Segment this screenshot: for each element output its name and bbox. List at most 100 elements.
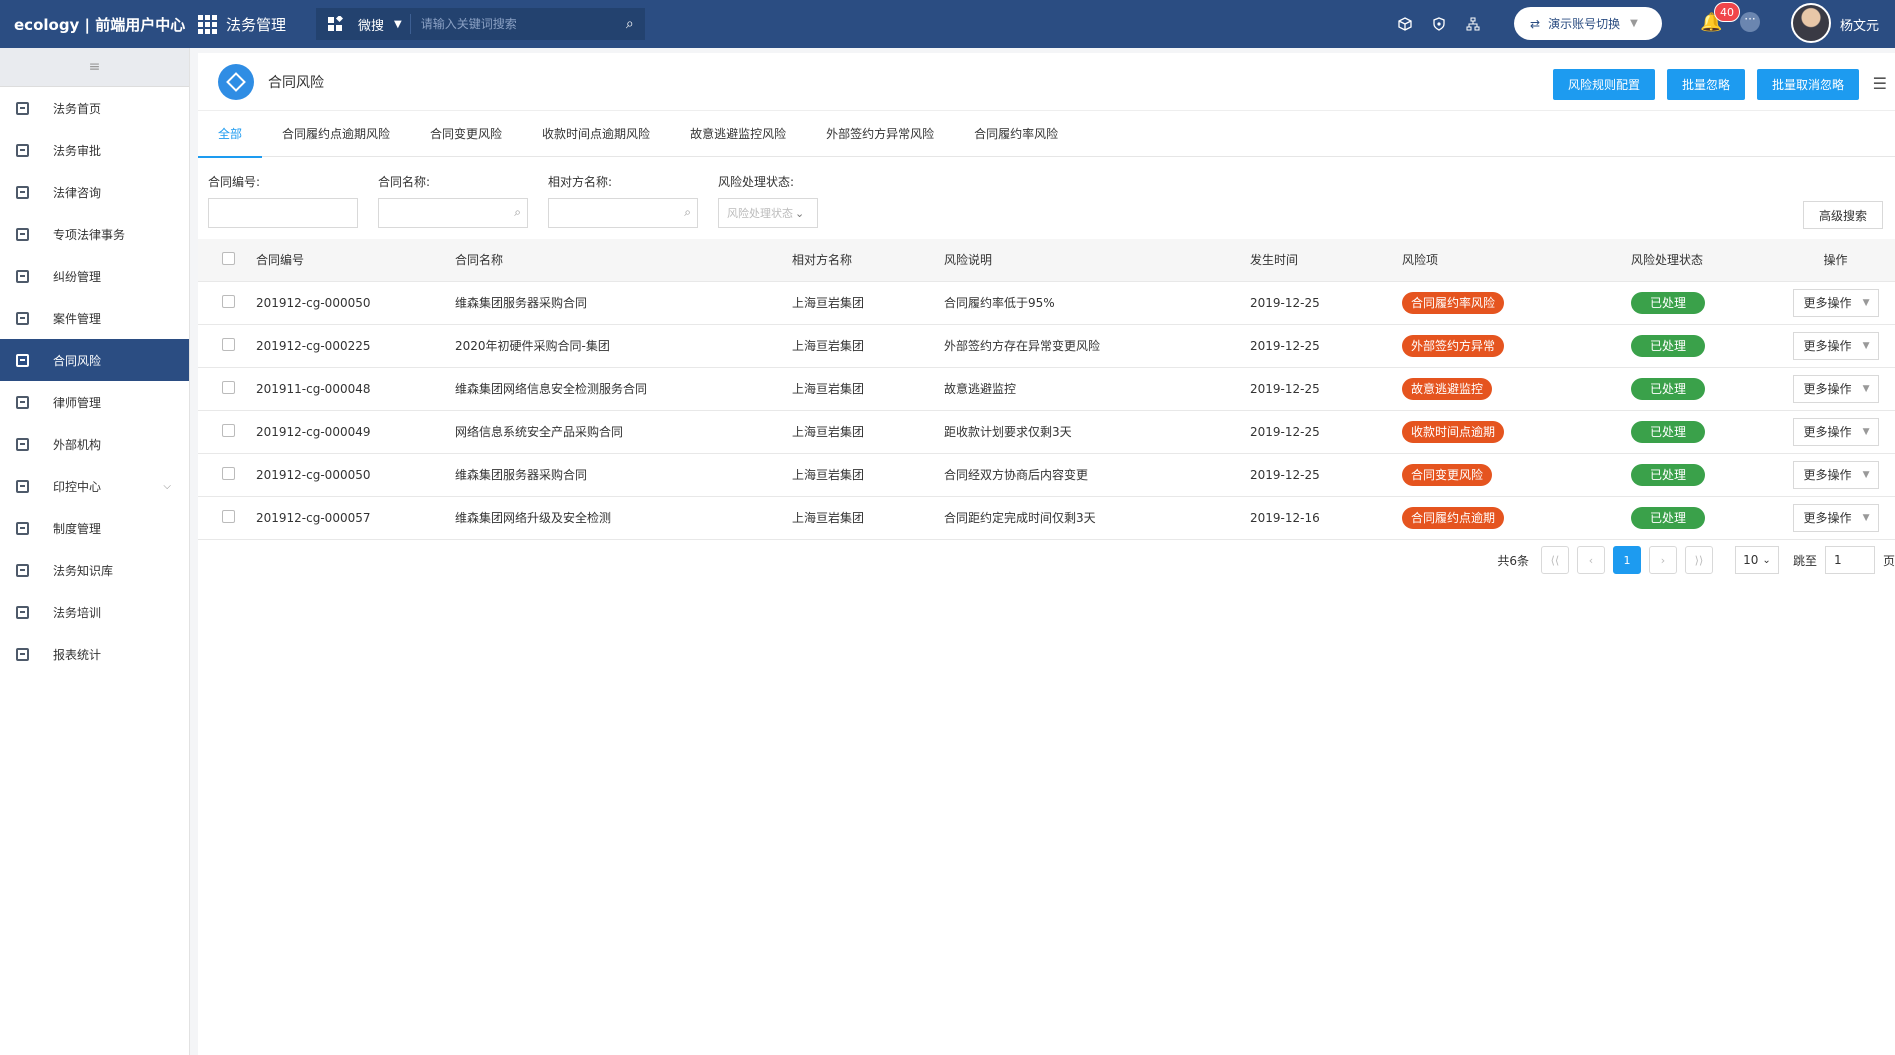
document-icon <box>16 479 29 493</box>
more-actions-dropdown[interactable]: 更多操作 ▼ <box>1792 503 1879 532</box>
col-risk-item[interactable]: 风险项 <box>1402 239 1631 282</box>
shield-icon[interactable] <box>1430 15 1448 33</box>
more-actions-label: 更多操作 <box>1803 425 1852 439</box>
sidebar-item-policies[interactable]: 制度管理 <box>0 507 189 549</box>
sidebar-item-label: 法律咨询 <box>53 185 102 200</box>
tab-performance-overdue[interactable]: 合同履约点逾期风险 <box>262 111 410 157</box>
more-actions-dropdown[interactable]: 更多操作 ▼ <box>1792 288 1879 317</box>
document-icon <box>16 353 29 367</box>
sidebar-item-contract-risk[interactable]: 合同风险 <box>0 339 189 381</box>
avatar[interactable] <box>1791 3 1831 43</box>
status-badge: 已处理 <box>1631 420 1705 443</box>
more-actions-dropdown[interactable]: 更多操作 ▼ <box>1792 460 1879 489</box>
cell-contract-no: 201912-cg-000057 <box>256 496 455 540</box>
col-contract-name[interactable]: 合同名称 <box>455 239 792 282</box>
header-actions: 风险规则配置 批量忽略 批量取消忽略 <box>1552 69 1859 100</box>
tab-change-risk[interactable]: 合同变更风险 <box>410 111 522 157</box>
sidebar-item-disputes[interactable]: 纠纷管理 <box>0 255 189 297</box>
document-icon <box>16 311 29 325</box>
risk-rule-config-button[interactable]: 风险规则配置 <box>1552 69 1655 100</box>
document-icon <box>16 143 29 157</box>
counterparty-input[interactable]: ⌕ <box>548 198 698 228</box>
more-actions-dropdown[interactable]: 更多操作 ▼ <box>1792 331 1879 360</box>
batch-ignore-button[interactable]: 批量忽略 <box>1666 69 1745 100</box>
sidebar-item-training[interactable]: 法务培训 <box>0 591 189 633</box>
sidebar-item-label: 外部机构 <box>53 437 102 452</box>
filter-contract-no: 合同编号: <box>198 173 358 228</box>
brand-logo[interactable]: ecology | 前端用户中心 <box>0 0 198 48</box>
table-row: 201912-cg-000057 维森集团网络升级及安全检测 上海亘岩集团 合同… <box>198 496 1895 540</box>
widget-icon[interactable] <box>316 8 354 40</box>
sidebar-item-special-affairs[interactable]: 专项法律事务 <box>0 213 189 255</box>
sidebar-item-external-orgs[interactable]: 外部机构 <box>0 423 189 465</box>
cell-contract-name[interactable]: 2020年初硬件采购合同-集团 <box>455 324 792 368</box>
sidebar-item-seal-center[interactable]: 印控中心 ⌵ <box>0 465 189 507</box>
cube-icon[interactable] <box>1396 15 1414 33</box>
search-icon[interactable]: ⌕ <box>615 16 645 32</box>
chevron-down-icon: ▼ <box>394 18 402 30</box>
col-counterparty[interactable]: 相对方名称 <box>792 239 944 282</box>
tab-external-party-risk[interactable]: 外部签约方异常风险 <box>806 111 954 157</box>
sidebar-item-knowledge-base[interactable]: 法务知识库 <box>0 549 189 591</box>
cell-contract-name[interactable]: 维森集团网络升级及安全检测 <box>455 496 792 540</box>
advanced-search-button[interactable]: 高级搜索 <box>1803 201 1883 229</box>
row-checkbox[interactable] <box>222 380 235 394</box>
cell-contract-name[interactable]: 维森集团网络信息安全检测服务合同 <box>455 367 792 411</box>
filter-contract-name: 合同名称: ⌕ <box>368 173 528 228</box>
search-icon[interactable]: ⌕ <box>514 205 521 220</box>
batch-unignore-button[interactable]: 批量取消忽略 <box>1756 69 1859 100</box>
status-select[interactable]: 风险处理状态 ⌄ <box>718 198 818 228</box>
page-size-select[interactable]: 10 ⌄ <box>1734 546 1779 574</box>
chat-icon[interactable]: ··· <box>1740 12 1760 32</box>
list-menu-icon[interactable]: ☰ <box>1873 74 1887 93</box>
sidebar-item-label: 法务知识库 <box>53 563 114 578</box>
first-page-icon[interactable]: ⟨⟨ <box>1540 546 1569 574</box>
row-checkbox[interactable] <box>222 509 235 523</box>
tab-performance-rate-risk[interactable]: 合同履约率风险 <box>954 111 1078 157</box>
module-switcher[interactable]: 法务管理 <box>198 0 304 48</box>
tab-evasion-risk[interactable]: 故意逃避监控风险 <box>670 111 806 157</box>
user-name[interactable]: 杨文元 <box>1840 15 1879 34</box>
cell-contract-name[interactable]: 维森集团服务器采购合同 <box>455 453 792 497</box>
sidebar-item-legal-home[interactable]: 法务首页 <box>0 87 189 129</box>
col-status[interactable]: 风险处理状态 <box>1631 239 1776 282</box>
collapse-menu-icon[interactable]: ≡ <box>0 48 189 87</box>
last-page-icon[interactable]: ⟩⟩ <box>1684 546 1713 574</box>
cell-contract-name[interactable]: 网络信息系统安全产品采购合同 <box>455 410 792 454</box>
row-checkbox[interactable] <box>222 423 235 437</box>
row-checkbox[interactable] <box>222 466 235 480</box>
contract-no-input[interactable] <box>208 198 358 228</box>
more-actions-dropdown[interactable]: 更多操作 ▼ <box>1792 374 1879 403</box>
sidebar-item-lawyers[interactable]: 律师管理 <box>0 381 189 423</box>
search-input[interactable] <box>410 8 601 40</box>
row-checkbox[interactable] <box>222 294 235 308</box>
row-checkbox[interactable] <box>222 337 235 351</box>
page-number-button[interactable]: 1 <box>1612 546 1641 574</box>
search-type-select[interactable]: 微搜 ▼ <box>354 14 411 34</box>
table-row: 201912-cg-000050 维森集团服务器采购合同 上海亘岩集团 合同经双… <box>198 453 1895 497</box>
sidebar-item-legal-consult[interactable]: 法律咨询 <box>0 171 189 213</box>
sidebar-menu: 法务首页 法务审批 法律咨询 专项法律事务 纠纷管理 案件管理 合同风险 律师管… <box>0 87 189 675</box>
sidebar-item-cases[interactable]: 案件管理 <box>0 297 189 339</box>
next-page-icon[interactable]: › <box>1648 546 1677 574</box>
more-actions-dropdown[interactable]: 更多操作 ▼ <box>1792 417 1879 446</box>
account-switch-button[interactable]: ⇄ 演示账号切换 ▼ <box>1514 7 1662 40</box>
org-chart-icon[interactable] <box>1464 15 1482 33</box>
cell-contract-name[interactable]: 维森集团服务器采购合同 <box>455 281 792 325</box>
sidebar-item-legal-approval[interactable]: 法务审批 <box>0 129 189 171</box>
contract-name-input[interactable]: ⌕ <box>378 198 528 228</box>
select-all-checkbox[interactable] <box>222 251 235 265</box>
sidebar-item-reports[interactable]: 报表统计 <box>0 633 189 675</box>
tab-all[interactable]: 全部 <box>198 111 263 158</box>
search-icon[interactable]: ⌕ <box>684 205 691 220</box>
total-count: 共6条 <box>1497 553 1529 568</box>
col-contract-no[interactable]: 合同编号 <box>256 239 455 282</box>
col-occur-time[interactable]: 发生时间 <box>1250 239 1402 282</box>
tab-payment-overdue[interactable]: 收款时间点逾期风险 <box>522 111 670 157</box>
jump-page-input[interactable]: 1 <box>1824 546 1875 574</box>
col-operation: 操作 <box>1776 239 1895 282</box>
top-navigation-bar: ecology | 前端用户中心 法务管理 微搜▼ ⌕ ⇄ 演示账号切换 ▼ 🔔… <box>0 0 1895 48</box>
cell-occur-time: 2019-12-25 <box>1250 410 1402 454</box>
col-risk-desc[interactable]: 风险说明 <box>944 239 1250 282</box>
prev-page-icon[interactable]: ‹ <box>1576 546 1605 574</box>
